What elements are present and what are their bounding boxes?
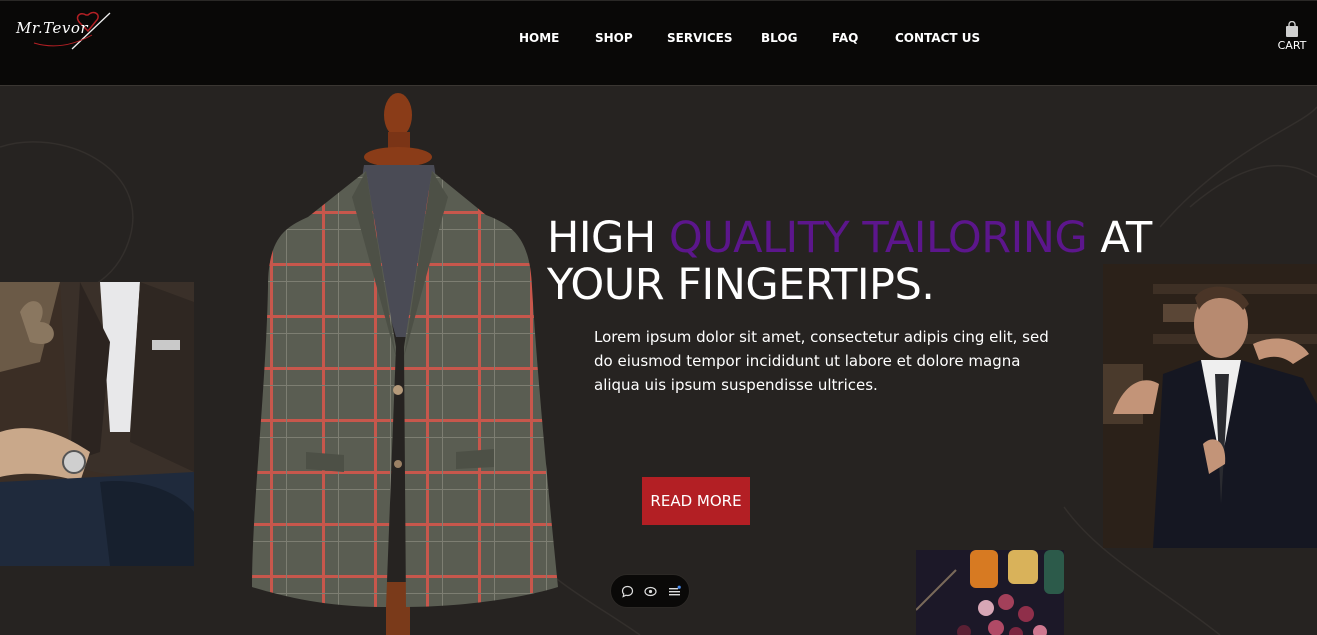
mannequin-jacket-image <box>252 93 558 635</box>
nav-services[interactable]: SERVICES <box>667 31 732 45</box>
cart-label: CART <box>1277 39 1307 52</box>
floating-toolbar <box>610 574 690 608</box>
model-standing-photo <box>1103 264 1317 548</box>
thread-and-buttons-image <box>916 550 1064 635</box>
nav-blog[interactable]: BLOG <box>761 31 797 45</box>
chat-bubble-icon[interactable] <box>621 585 634 603</box>
thread-spools-photo <box>916 550 1064 635</box>
read-more-button[interactable]: READ MORE <box>642 477 750 525</box>
top-navbar: Mr.Tevor HOME SHOP SERVICES BLOG FAQ CON… <box>0 0 1317 86</box>
headline-accent: QUALITY TAILORING <box>668 213 1088 263</box>
nav-shop[interactable]: SHOP <box>595 31 633 45</box>
nav-contact-us[interactable]: CONTACT US <box>895 31 980 45</box>
nav-home[interactable]: HOME <box>519 31 559 45</box>
headline-part-1: HIGH <box>547 213 669 263</box>
hero-description: Lorem ipsum dolor sit amet, consectetur … <box>594 328 1049 394</box>
hero-section: HIGH QUALITY TAILORING AT YOUR FINGERTIP… <box>0 87 1317 635</box>
model-seated-photo <box>0 282 194 566</box>
man-adjusting-jacket-image <box>1103 264 1317 548</box>
plaid-jacket-mannequin <box>246 87 564 635</box>
menu-icon[interactable] <box>668 585 681 603</box>
eye-icon[interactable] <box>644 585 657 603</box>
nav-faq[interactable]: FAQ <box>832 31 858 45</box>
shopping-bag-icon <box>1286 21 1298 37</box>
cart-button[interactable]: CART <box>1272 21 1312 57</box>
seated-man-image <box>0 282 194 566</box>
main-nav: HOME SHOP SERVICES BLOG FAQ CONTACT US <box>0 31 1317 47</box>
